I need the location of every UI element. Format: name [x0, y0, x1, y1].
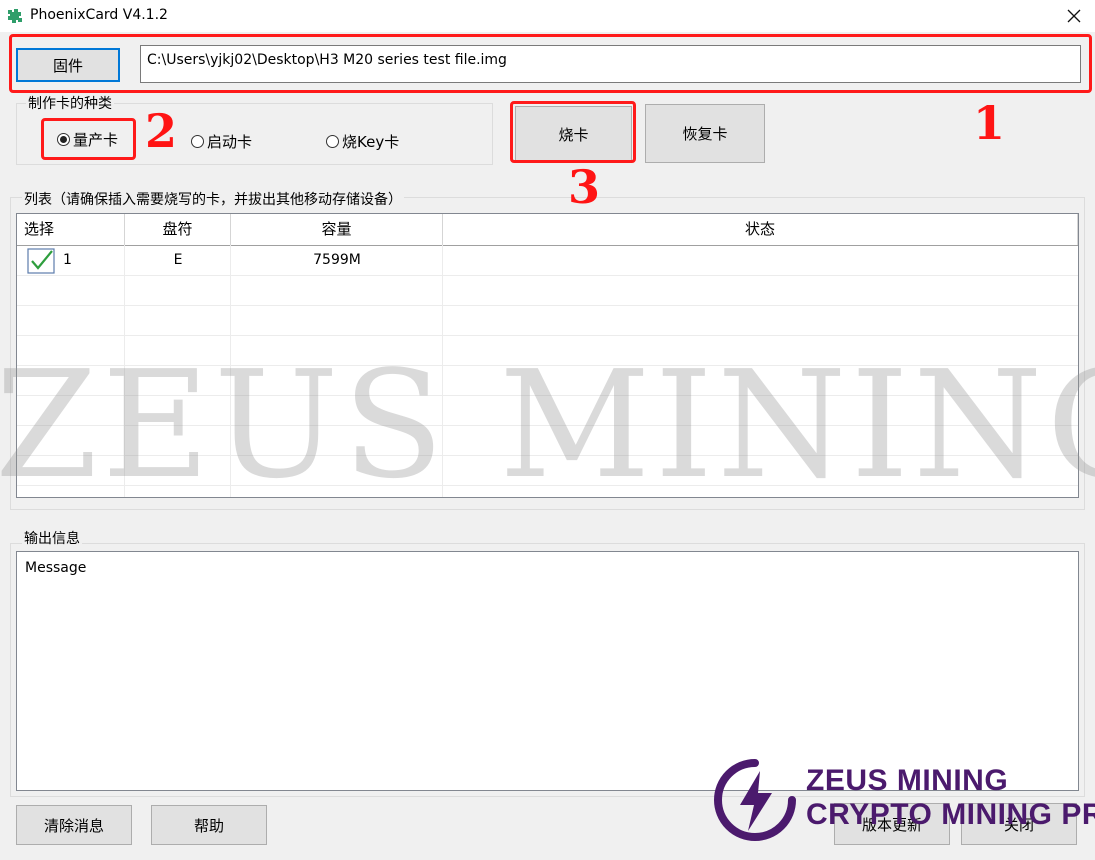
row-index: 1: [63, 252, 72, 268]
annotation-number-3: 3: [568, 160, 601, 214]
annotation-box-card-type: [41, 118, 136, 160]
row-capacity: 7599M: [313, 252, 361, 268]
radio-label: 启动卡: [207, 133, 253, 151]
phoenixcard-app-icon: [8, 9, 22, 23]
card-type-group-label: 制作卡的种类: [26, 93, 114, 113]
table-row[interactable]: 1 E 7599M: [17, 245, 1078, 276]
annotation-box-firmware: [9, 34, 1092, 93]
row-checkbox-icon[interactable]: [27, 248, 55, 274]
radio-label: 烧Key卡: [342, 133, 400, 151]
annotation-number-1: 1: [973, 96, 1006, 150]
logo-text-line1: ZEUS MINING: [806, 764, 1009, 797]
help-button[interactable]: 帮助: [151, 805, 267, 845]
row-drive: E: [173, 252, 183, 268]
zeus-mining-logo-icon: [714, 759, 796, 841]
column-header-status[interactable]: 状态: [443, 214, 1078, 245]
table-row-empty: [17, 395, 1078, 426]
annotation-number-2: 2: [145, 104, 178, 158]
table-row-empty: [17, 425, 1078, 456]
radio-indicator: [326, 135, 339, 148]
column-header-capacity[interactable]: 容量: [231, 214, 443, 245]
radio-burn-key-card[interactable]: 烧Key卡: [326, 131, 399, 152]
output-message-area[interactable]: Message: [16, 551, 1079, 791]
radio-boot-card[interactable]: 启动卡: [191, 131, 252, 152]
device-list-group-label: 列表（请确保插入需要烧写的卡，并拔出其他移动存储设备）: [22, 189, 404, 209]
title-bar: PhoenixCard V4.1.2: [0, 0, 1095, 32]
table-header: 选择 盘符 容量 状态: [17, 214, 1078, 246]
column-header-select[interactable]: 选择: [17, 214, 125, 245]
radio-indicator: [191, 135, 204, 148]
window-title: PhoenixCard V4.1.2: [30, 7, 168, 23]
device-table[interactable]: 选择 盘符 容量 状态 1 E 7599M: [16, 213, 1079, 498]
window-close-button[interactable]: [1058, 2, 1090, 30]
output-group-label: 输出信息: [22, 528, 82, 548]
table-row-empty: [17, 455, 1078, 486]
row-status: [443, 245, 1078, 275]
table-row-empty: [17, 365, 1078, 396]
annotation-box-burn: [510, 101, 636, 163]
table-row-empty: [17, 305, 1078, 336]
table-row-empty: [17, 275, 1078, 306]
table-row-empty: [17, 335, 1078, 366]
close-icon: [1067, 9, 1081, 23]
clear-messages-button[interactable]: 清除消息: [16, 805, 132, 845]
logo-text-line2: CRYPTO MINING PRO: [806, 798, 1095, 831]
restore-card-button[interactable]: 恢复卡: [645, 104, 765, 163]
column-header-drive[interactable]: 盘符: [125, 214, 231, 245]
